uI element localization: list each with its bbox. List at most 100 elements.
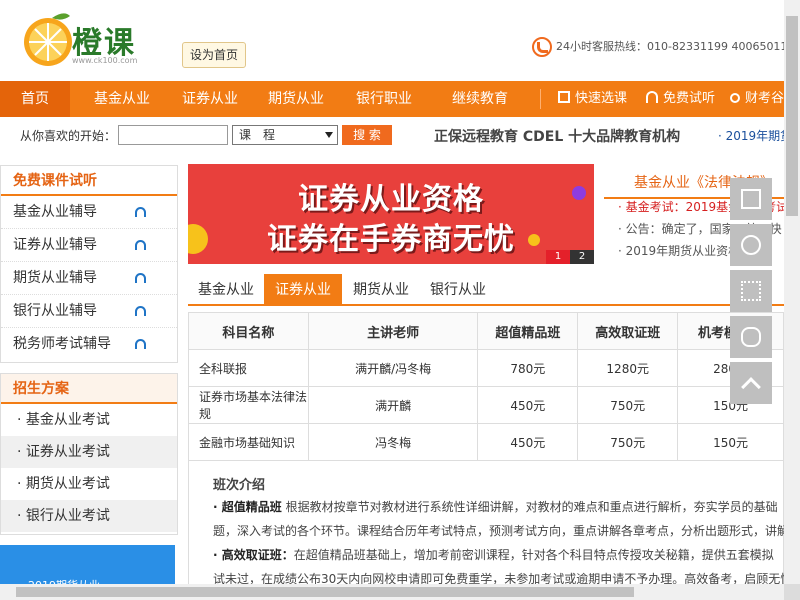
edit-icon — [741, 189, 761, 209]
qrcode-icon — [741, 281, 761, 301]
slogan: 正保远程教育 CDEL 十大品牌教育机构 — [434, 129, 681, 145]
free-courses-box: 免费课件试听 基金从业辅导 证券从业辅导 期货从业辅导 银行从业辅导 税务师考试… — [0, 165, 178, 363]
table-cell: 150元 — [677, 423, 784, 461]
table-row[interactable]: 全科联报 满开麟/冯冬梅 780元 1280元 280元 — [188, 349, 784, 387]
headphones-icon — [135, 306, 146, 316]
sidebar-item-label: 期货从业辅导 — [13, 270, 97, 286]
chat-button[interactable] — [730, 316, 772, 358]
nav-futures[interactable]: 期货从业 — [268, 81, 324, 117]
plan-item-bank[interactable]: · 银行从业考试 — [1, 500, 177, 532]
tab-bank[interactable]: 银行从业 — [420, 274, 496, 306]
headphones-icon — [135, 240, 146, 250]
table-cell: 750元 — [577, 423, 679, 461]
sidebar-item-label: 基金从业辅导 — [13, 204, 97, 220]
table-cell: 金融市场基础知识 — [188, 423, 309, 461]
table-header: 高效取证班 — [577, 312, 679, 350]
nav-continuing-edu[interactable]: 继续教育 — [452, 81, 508, 117]
sidebar-item-fund[interactable]: 基金从业辅导 — [1, 196, 177, 229]
nav-fund[interactable]: 基金从业 — [94, 81, 150, 117]
intro-title: 班次介绍 — [213, 478, 266, 493]
sidebar-item-securities[interactable]: 证券从业辅导 — [1, 229, 177, 262]
search-input[interactable] — [118, 125, 228, 145]
history-button[interactable] — [730, 224, 772, 266]
hotline-text: 24小时客服热线：010-82331199 4006501199 — [556, 40, 800, 53]
table-cell: 450元 — [477, 423, 579, 461]
intro-text-segment: 在超值精品班基础上，增加考前密训课程，针对各个科目特点传授攻关秘籍，提供五套模拟 — [293, 548, 774, 562]
search-label: 从你喜欢的开始： — [20, 129, 117, 143]
headphones-icon — [135, 339, 146, 349]
tab-fund[interactable]: 基金从业 — [188, 274, 264, 306]
set-home-button[interactable]: 设为首页 — [182, 42, 246, 68]
vertical-scroll-thumb[interactable] — [786, 16, 798, 216]
nav-caikaogu[interactable]: 财考谷 — [730, 81, 784, 117]
logo-url: www.ck100.com — [72, 56, 138, 65]
banner-subheadline: 证券在手券商无忧 — [267, 222, 515, 257]
headphones-icon — [646, 91, 658, 103]
course-tabs: 基金从业 证券从业 期货从业 银行从业 — [188, 274, 784, 306]
nav-free-trial-label: 免费试听 — [663, 91, 716, 106]
nav-quick-select[interactable]: 快速选课 — [558, 81, 627, 117]
checkbox-icon — [558, 91, 570, 103]
horizontal-scroll-thumb[interactable] — [16, 587, 634, 597]
table-cell: 满开麟/冯冬梅 — [307, 349, 479, 387]
phone-icon — [532, 37, 552, 57]
table-cell: 证券市场基本法律法规 — [188, 386, 309, 424]
banner-page-1[interactable]: 1 — [546, 250, 570, 264]
table-header: 主讲老师 — [307, 312, 479, 350]
plan-item-securities[interactable]: · 证券从业考试 — [1, 436, 177, 468]
search-button[interactable]: 搜 索 — [342, 125, 392, 145]
enrollment-plans-box: 招生方案 · 基金从业考试 · 证券从业考试 · 期货从业考试 · 银行从业考试 — [0, 373, 178, 535]
hero-banner[interactable]: 证券从业资格 证券在手券商无忧 — [188, 164, 594, 264]
feedback-button[interactable] — [730, 178, 772, 220]
nav-free-trial[interactable]: 免费试听 — [646, 81, 715, 117]
sidebar-item-bank[interactable]: 银行从业辅导 — [1, 295, 177, 328]
tab-securities[interactable]: 证券从业 — [264, 274, 342, 306]
sidebar-item-tax[interactable]: 税务师考试辅导 — [1, 328, 177, 361]
table-header-row: 科目名称 主讲老师 超值精品班 高效取证班 机考模拟班 — [188, 312, 784, 350]
intro-text: · 高效取证班：在超值精品班基础上，增加考前密训课程，针对各个科目特点传授攻关秘… — [213, 546, 774, 563]
tab-futures[interactable]: 期货从业 — [342, 274, 420, 306]
sidebar-item-label: 证券从业辅导 — [13, 237, 97, 253]
intro-text: · 超值精品班 根据教材按章节对教材进行系统性详细讲解，对教材的难点和重点进行解… — [213, 498, 778, 515]
chevron-up-icon — [741, 377, 761, 397]
nav-bank[interactable]: 银行职业 — [356, 81, 412, 117]
main-nav: 首页 基金从业 证券从业 期货从业 银行职业 继续教育 快速选课 免费试听 财考… — [0, 81, 784, 117]
table-cell: 780元 — [477, 349, 579, 387]
table-cell: 满开麟 — [307, 386, 479, 424]
table-cell: 750元 — [577, 386, 679, 424]
nav-quick-select-label: 快速选课 — [575, 91, 628, 106]
news-ticker[interactable]: · 2019年期货 — [718, 127, 792, 144]
sidebar-item-label: 税务师考试辅导 — [13, 336, 111, 352]
class-intro: 班次介绍 · 超值精品班 根据教材按章节对教材进行系统性详细讲解，对教材的难点和… — [188, 460, 792, 590]
hotline: 24小时客服热线：010-82331199 4006501199 — [532, 35, 800, 59]
clock-icon — [741, 235, 761, 255]
qrcode-button[interactable] — [730, 270, 772, 312]
nav-securities[interactable]: 证券从业 — [182, 81, 238, 117]
sidebar-item-futures[interactable]: 期货从业辅导 — [1, 262, 177, 295]
course-price-table: 科目名称 主讲老师 超值精品班 高效取证班 机考模拟班 全科联报 满开麟/冯冬梅… — [188, 312, 784, 461]
nav-home[interactable]: 首页 — [0, 81, 70, 117]
headphones-icon — [135, 207, 146, 217]
search-type-select[interactable]: 课 程 — [232, 125, 338, 145]
search-type-value: 课 程 — [239, 128, 276, 142]
plans-title: 招生方案 — [1, 374, 177, 404]
sidebar-item-label: 银行从业辅导 — [13, 303, 97, 319]
user-icon — [730, 93, 740, 103]
table-row[interactable]: 金融市场基础知识 冯冬梅 450元 750元 150元 — [188, 423, 784, 461]
table-header: 科目名称 — [188, 312, 309, 350]
table-row[interactable]: 证券市场基本法律法规 满开麟 450元 750元 150元 — [188, 386, 784, 424]
table-header: 超值精品班 — [477, 312, 579, 350]
search-row: 从你喜欢的开始： 课 程 搜 索 正保远程教育 CDEL 十大品牌教育机构 · … — [0, 121, 792, 149]
news-item[interactable]: · 基金考试：2019基金从业考试报名 — [618, 198, 800, 215]
nav-divider — [540, 89, 541, 109]
intro-text: 题，深入考试的各个环节。课程结合历年考试特点，预测考试方向，重点讲解各章考点，分… — [213, 524, 790, 538]
plan-item-futures[interactable]: · 期货从业考试 — [1, 468, 177, 500]
table-cell: 冯冬梅 — [307, 423, 479, 461]
plan-item-fund[interactable]: · 基金从业考试 — [1, 404, 177, 436]
intro-text-segment: 根据教材按章节对教材进行系统性详细讲解，对教材的难点和重点进行解析，夯实学员的基… — [281, 500, 778, 514]
banner-page-2[interactable]: 2 — [570, 250, 594, 264]
banner-pager: 1 2 — [546, 250, 594, 264]
table-cell: 450元 — [477, 386, 579, 424]
free-courses-title: 免费课件试听 — [1, 166, 177, 196]
back-to-top-button[interactable] — [730, 362, 772, 404]
